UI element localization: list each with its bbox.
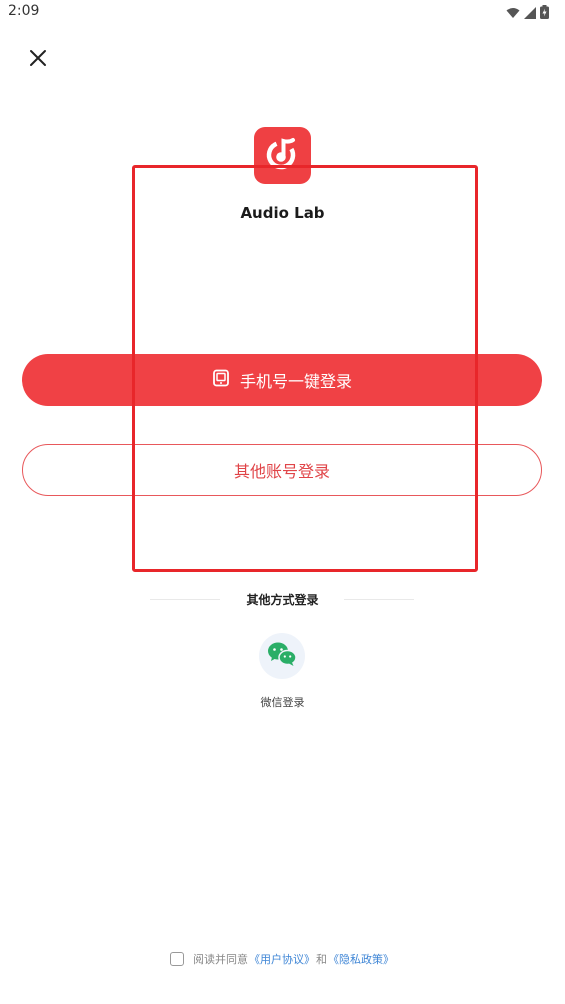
wechat-login-label: 微信登录 — [260, 696, 305, 709]
divider-right — [344, 599, 414, 600]
signal-icon — [524, 4, 536, 23]
wechat-icon — [267, 641, 297, 671]
app-name: Audio Lab — [240, 204, 325, 222]
music-note-logo-icon — [264, 135, 302, 177]
agreement-conjunction: 和 — [316, 953, 327, 966]
phone-login-label: 手机号一键登录 — [239, 372, 352, 391]
login-screen: 2:09 Audio Lab 手机号一键登录 其他账号登录 其他方式登录 微信登… — [0, 0, 565, 1004]
status-bar: 2:09 — [0, 0, 565, 24]
phone-icon — [212, 369, 230, 391]
wifi-icon — [506, 4, 520, 23]
app-logo — [254, 127, 311, 184]
status-time: 2:09 — [8, 3, 40, 19]
user-agreement-link[interactable]: 《用户协议》 — [249, 951, 315, 967]
wechat-login-button[interactable] — [259, 633, 305, 679]
battery-charging-icon — [540, 4, 549, 23]
other-methods-header: 其他方式登录 — [0, 590, 565, 610]
phone-login-button[interactable]: 手机号一键登录 — [22, 354, 542, 406]
agreement-prefix: 阅读并同意 — [193, 953, 248, 966]
status-icons — [506, 4, 549, 23]
close-button[interactable] — [24, 46, 52, 74]
other-account-login-button[interactable]: 其他账号登录 — [22, 444, 542, 496]
other-account-login-label: 其他账号登录 — [233, 462, 330, 481]
close-icon — [29, 49, 47, 71]
privacy-policy-link[interactable]: 《隐私政策》 — [328, 951, 394, 967]
other-methods-title: 其他方式登录 — [246, 593, 319, 607]
agreement-row: 阅读并同意 《用户协议》 和 《隐私政策》 — [0, 950, 565, 968]
agreement-checkbox[interactable] — [170, 952, 184, 966]
